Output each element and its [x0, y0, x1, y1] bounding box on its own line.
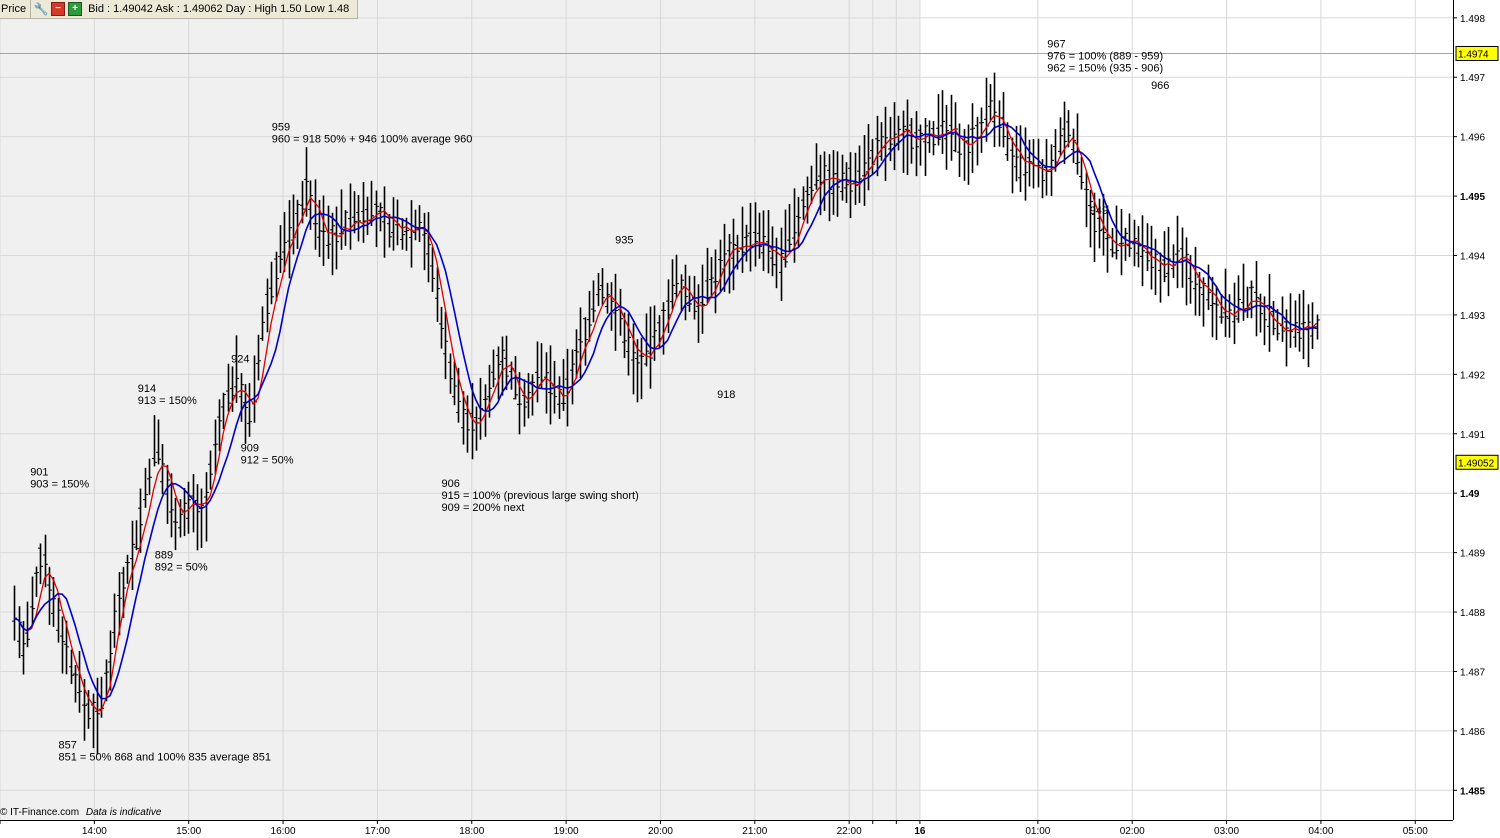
time-tick-label: 16:00 — [271, 826, 296, 837]
annotation-line: 857 — [58, 740, 76, 752]
price-tag-label: 1.49052 — [1458, 458, 1495, 469]
annotation-line: 949 — [1090, 205, 1108, 217]
time-tick-label: 01:00 — [1025, 826, 1050, 837]
time-tick-label: 03:00 — [1214, 826, 1239, 837]
price-tick-label: 1.498 — [1460, 14, 1485, 25]
annotation-line: 889 — [155, 550, 173, 562]
time-tick-label: 04:00 — [1308, 826, 1333, 837]
annotation-line: 913 = 150% — [138, 395, 197, 407]
time-tick-label: 17:00 — [365, 826, 390, 837]
annotation-line: 924 — [231, 353, 249, 365]
add-indicator-icon[interactable]: + — [68, 2, 83, 16]
copyright-text: © IT-Finance.com — [0, 807, 80, 818]
annotation-line: 935 — [615, 235, 633, 247]
annotation-line: 960 = 918 50% + 946 100% average 960 — [272, 134, 473, 146]
swing-annotation: 949 — [1090, 205, 1108, 217]
time-tick-label: 16 — [914, 826, 926, 837]
price-tick-label: 1.493 — [1460, 311, 1485, 322]
swing-annotation: 918 — [717, 389, 735, 401]
time-tick-label: 02:00 — [1120, 826, 1145, 837]
annotation-line: 959 — [272, 122, 290, 134]
annotation-line: 914 — [138, 383, 156, 395]
price-tick-label: 1.486 — [1460, 727, 1485, 738]
annotation-line: 967 — [1047, 39, 1065, 51]
price-tick-label: 1.496 — [1460, 133, 1485, 144]
price-tick-label: 1.485 — [1460, 786, 1485, 797]
annotation-line: 903 = 150% — [30, 478, 89, 490]
price-tick-label: 1.49 — [1460, 489, 1480, 500]
time-tick-label: 18:00 — [459, 826, 484, 837]
annotation-line: 976 = 100% (889 - 959) — [1047, 51, 1163, 63]
wrench-icon[interactable]: 🔧 — [34, 2, 49, 16]
swing-annotation: 966 — [1151, 80, 1169, 92]
price-tick-label: 1.497 — [1460, 73, 1485, 84]
price-tag-label: 1.4974 — [1458, 49, 1489, 60]
annotation-line: 962 = 150% (935 - 906) — [1047, 63, 1163, 75]
price-tick-label: 1.495 — [1460, 192, 1485, 203]
price-tick-label: 1.492 — [1460, 370, 1485, 381]
price-tick-label: 1.489 — [1460, 549, 1485, 560]
indicative-note: Data is indicative — [85, 807, 162, 818]
annotation-line: 909 = 200% next — [442, 502, 525, 514]
chart-title: Price — [0, 0, 32, 18]
price-tick-label: 1.487 — [1460, 667, 1485, 678]
ohlc-price-chart[interactable]: 901 903 = 150% 857 851 = 50% 868 and 100% 8… — [0, 0, 1500, 838]
annotation-line: 909 — [241, 443, 259, 455]
annotation-line: 901 — [30, 466, 48, 478]
annotation-line: 906 — [442, 478, 460, 490]
reference-price-tag: 1.4974 — [1455, 45, 1499, 61]
price-tick-label: 1.494 — [1460, 252, 1485, 263]
price-axis-panel — [1453, 0, 1500, 838]
price-chart-window: 901 903 = 150% 857 851 = 50% 868 and 100% 8… — [0, 0, 1500, 838]
annotation-line: 915 = 100% (previous large swing short) — [442, 490, 639, 502]
last-price-tag: 1.49052 — [1455, 454, 1499, 470]
annotation-line: 912 = 50% — [241, 455, 294, 467]
price-tick-label: 1.491 — [1460, 430, 1485, 441]
time-tick-label: 05:00 — [1403, 826, 1428, 837]
history-shading — [0, 0, 920, 820]
time-tick-label: 19:00 — [554, 826, 579, 837]
price-tick-label: 1.488 — [1460, 608, 1485, 619]
bid-ask-quote: Bid : 1.49042 Ask : 1.49062 Day : High 1… — [88, 3, 350, 15]
time-tick-label: 22:00 — [837, 826, 862, 837]
swing-annotation: 924 — [231, 353, 249, 365]
source-watermark: © IT-Finance.com Data is indicative — [0, 807, 161, 818]
time-tick-label: 14:00 — [82, 826, 107, 837]
annotation-line: 892 = 50% — [155, 562, 208, 574]
time-tick-label: 20:00 — [648, 826, 673, 837]
annotation-line: 851 = 50% 868 and 100% 835 average 851 — [58, 752, 271, 764]
remove-indicator-icon[interactable]: − — [51, 2, 66, 16]
swing-annotation: 935 — [615, 235, 633, 247]
annotation-line: 918 — [717, 389, 735, 401]
chart-toolbar: Price 🔧 − + Bid : 1.49042 Ask : 1.49062 … — [0, 0, 359, 19]
time-tick-label: 15:00 — [176, 826, 201, 837]
time-tick-label: 21:00 — [742, 826, 767, 837]
annotation-line: 966 — [1151, 80, 1169, 92]
